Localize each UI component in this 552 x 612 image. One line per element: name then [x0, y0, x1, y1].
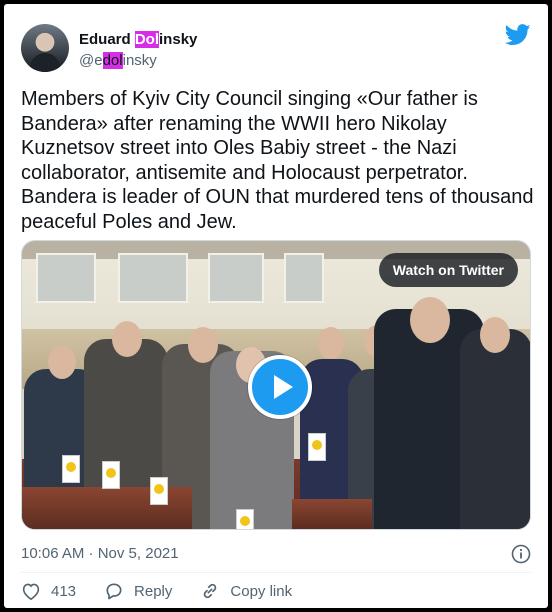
handle-highlight: dol: [102, 52, 123, 69]
tweet-text: Members of Kyiv City Council singing «Ou…: [21, 88, 534, 233]
handle-part: insky: [122, 52, 157, 69]
handle-part: @e: [79, 52, 103, 69]
copy-link-label: Copy link: [230, 582, 293, 600]
display-name-highlight: Dol: [134, 31, 160, 48]
like-button[interactable]: 413: [21, 582, 76, 600]
link-icon: [204, 583, 217, 599]
display-name-part: insky: [159, 31, 198, 48]
author-block[interactable]: Eduard Dolinsky @edolinsky: [79, 30, 197, 71]
display-name[interactable]: Eduard Dolinsky: [79, 30, 197, 50]
avatar[interactable]: [21, 24, 69, 72]
user-handle[interactable]: @edolinsky: [79, 51, 197, 71]
play-icon: [274, 375, 293, 399]
tweet-timestamp[interactable]: 10:06 AM · Nov 5, 2021: [21, 545, 179, 563]
watch-on-twitter-button[interactable]: Watch on Twitter: [378, 253, 518, 287]
twitter-bird-icon[interactable]: [505, 24, 531, 46]
display-name-part: Eduard: [79, 31, 135, 48]
play-button[interactable]: [248, 355, 312, 419]
tweet-header: Eduard Dolinsky @edolinsky: [21, 22, 531, 76]
info-icon[interactable]: [511, 544, 531, 564]
video-player[interactable]: Watch on Twitter: [21, 240, 531, 530]
reply-label: Reply: [134, 582, 173, 600]
like-count: 413: [51, 582, 77, 600]
tweet-card: Eduard Dolinsky @edolinsky Members of Ky…: [4, 4, 548, 608]
reply-button[interactable]: Reply: [104, 581, 172, 601]
divider: [21, 572, 531, 573]
reply-icon: [106, 583, 122, 600]
tweet-actions: 413 Reply Copy link: [21, 579, 320, 603]
copy-link-button[interactable]: Copy link: [200, 581, 292, 601]
heart-icon: [22, 583, 40, 600]
